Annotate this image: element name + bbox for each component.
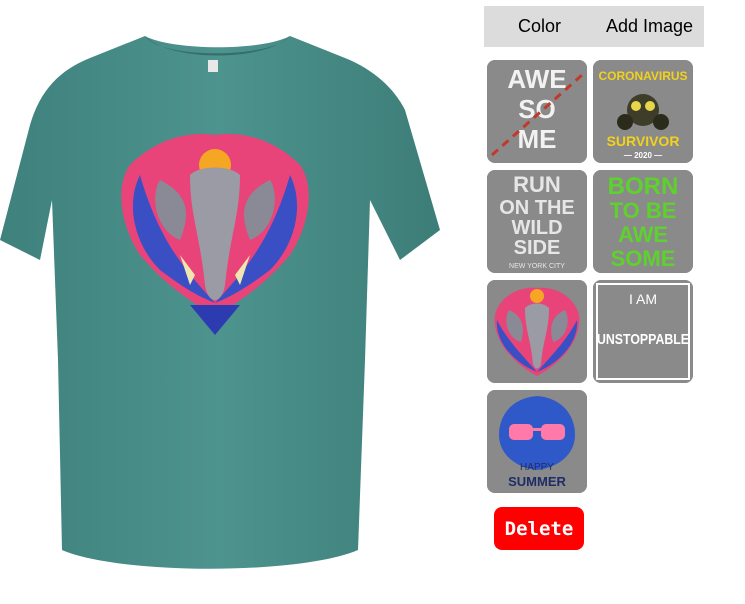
tab-bar: Color Add Image (484, 6, 704, 47)
thumb-text: UNSTOPPABLE (597, 331, 689, 348)
tab-add-image[interactable]: Add Image (606, 6, 693, 47)
thumb-text: ME (518, 124, 557, 154)
thumb-text: NEW YORK CITY (509, 263, 565, 270)
design-thumb-unstoppable[interactable]: I AM UNSTOPPABLE (593, 280, 693, 383)
thumb-text: SOME (611, 246, 676, 271)
thumb-text: RUN (513, 172, 561, 197)
design-thumb-born-awesome[interactable]: BORN TO BE AWE SOME (593, 170, 693, 273)
thumb-text: SO (518, 94, 556, 124)
tshirt-preview (0, 30, 445, 575)
thumb-text: AWE (618, 222, 668, 247)
thumb-text: BORN (608, 173, 679, 200)
design-thumb-awesome[interactable]: AWE SO ME (487, 60, 587, 163)
thumb-text: ON THE (499, 197, 575, 219)
design-thumb-happy-summer[interactable]: HAPPY SUMMER (487, 390, 587, 493)
tab-color[interactable]: Color (518, 6, 561, 47)
thumb-text: AWE (507, 64, 566, 94)
delete-button[interactable]: Delete (494, 507, 584, 550)
thumb-text: I AM (629, 291, 657, 307)
thumb-text: HAPPY (520, 462, 554, 473)
tshirt-tag (208, 60, 218, 72)
thumb-text: TO BE (610, 198, 677, 223)
thumb-text: SURVIVOR (607, 133, 680, 149)
design-thumb-elephant[interactable] (487, 280, 587, 383)
thumb-text: WILD (511, 217, 562, 239)
thumb-text: — 2020 — (624, 151, 662, 160)
thumb-text: SIDE (514, 237, 561, 259)
tshirt-illustration (0, 36, 440, 569)
thumb-text: CORONAVIRUS (598, 69, 687, 83)
design-thumb-coronavirus-survivor[interactable]: CORONAVIRUS SURVIVOR — 2020 — (593, 60, 693, 163)
thumb-text: SUMMER (508, 474, 566, 489)
design-thumb-run-wild-side[interactable]: RUN ON THE WILD SIDE NEW YORK CITY (487, 170, 587, 273)
